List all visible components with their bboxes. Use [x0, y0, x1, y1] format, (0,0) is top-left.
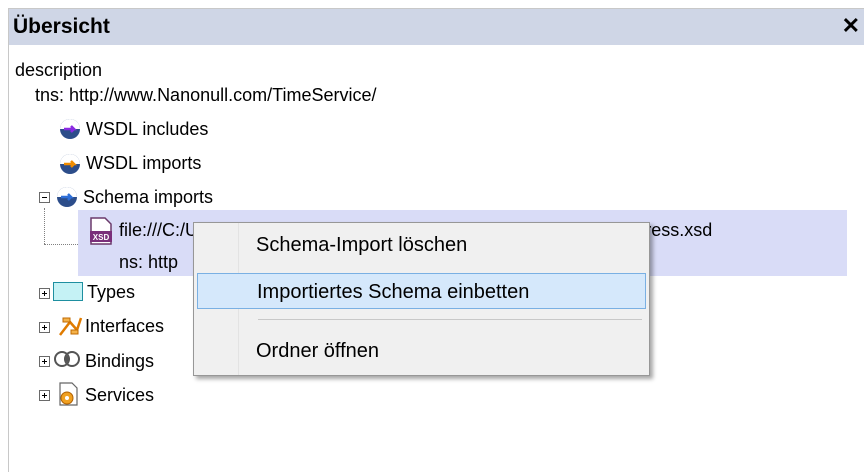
schema-imports-icon [57, 187, 77, 207]
context-menu: Schema-Import löschen Importiertes Schem… [193, 222, 650, 376]
tns-row: tns: http://www.Nanonull.com/TimeService… [35, 80, 376, 110]
tns-label: tns: [35, 85, 65, 105]
tns-value: http://www.Nanonull.com/TimeService/ [69, 85, 377, 105]
expand-toggle[interactable] [39, 288, 50, 299]
menu-item-embed-imported-schema[interactable]: Importiertes Schema einbetten [197, 273, 646, 309]
services-icon [59, 382, 78, 406]
tree-item-bindings[interactable]: Bindings [85, 346, 154, 376]
expand-toggle[interactable] [39, 390, 50, 401]
menu-item-label: Ordner öffnen [256, 340, 380, 362]
menu-separator [258, 319, 642, 320]
menu-item-delete-schema-import[interactable]: Schema-Import löschen [197, 227, 646, 263]
menu-item-label: Importiertes Schema einbetten [257, 281, 530, 303]
interfaces-icon [59, 317, 83, 336]
tree-item-services[interactable]: Services [85, 380, 154, 410]
tree-connector [44, 244, 78, 245]
tree-item-namespace: ns: http [119, 252, 179, 272]
expand-toggle[interactable] [39, 356, 50, 367]
close-icon[interactable]: ✕ [842, 13, 860, 39]
wsdl-includes-icon [60, 119, 80, 139]
collapse-toggle[interactable] [39, 192, 50, 203]
tree-item-wsdl-imports[interactable]: WSDL imports [86, 148, 201, 178]
tree-item-interfaces[interactable]: Interfaces [85, 311, 164, 341]
tree-item-schema-imports[interactable]: Schema imports [83, 182, 213, 212]
tree-item-types[interactable]: Types [87, 277, 135, 307]
xsd-icon-label: XSD [93, 233, 110, 242]
bindings-icon [54, 351, 80, 367]
types-icon [53, 282, 83, 301]
panel-title: Übersicht [13, 15, 110, 38]
menu-item-open-folder[interactable]: Ordner öffnen [197, 333, 646, 369]
panel-titlebar: Übersicht ✕ [9, 9, 864, 45]
xsd-file-icon: XSD [90, 217, 112, 245]
tree-item-wsdl-includes[interactable]: WSDL includes [86, 114, 208, 144]
expand-toggle[interactable] [39, 322, 50, 333]
menu-item-label: Schema-Import löschen [256, 234, 468, 256]
tree-connector [44, 208, 45, 244]
wsdl-imports-icon [60, 154, 80, 174]
